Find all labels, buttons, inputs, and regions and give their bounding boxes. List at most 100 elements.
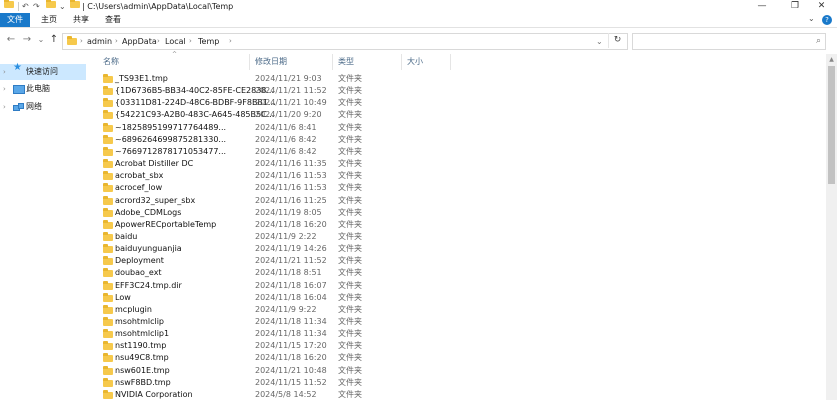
- folder-icon: [103, 86, 113, 96]
- file-type: 文件夹: [338, 317, 362, 326]
- file-name: acrobat_sbx: [115, 171, 164, 181]
- file-type: 文件夹: [338, 365, 362, 375]
- breadcrumb-chevron-icon[interactable]: ›: [189, 34, 192, 49]
- quick-access-toolbar-dropdown-icon[interactable]: ⌄: [59, 1, 66, 12]
- file-row[interactable]: msohtmlclip 2024/11/18 11:34 文件夹: [98, 316, 826, 328]
- file-date-modified: 2024/11/21 10:49: [255, 98, 327, 108]
- file-row[interactable]: doubao_ext 2024/11/18 8:51 文件夹: [98, 267, 826, 279]
- file-row[interactable]: EFF3C24.tmp.dir 2024/11/18 16:07 文件夹: [98, 280, 826, 292]
- folder-icon: [103, 134, 113, 144]
- file-type: 文件夹: [338, 280, 362, 290]
- file-name: {1D6736B5-BB34-40C2-85FE-CE2838...: [115, 86, 275, 96]
- file-type: 文件夹: [338, 341, 362, 351]
- file-row[interactable]: {54221C93-A2B0-483C-A645-485B5C... 2024/1…: [98, 109, 826, 121]
- file-type: 文件夹: [338, 329, 362, 339]
- file-row[interactable]: nswF8BD.tmp 2024/11/15 11:52 文件夹: [98, 377, 826, 389]
- tab-share[interactable]: 共享: [66, 13, 96, 27]
- file-row[interactable]: nsu49C8.tmp 2024/11/18 16:20 文件夹: [98, 352, 826, 364]
- redo-icon[interactable]: ↷: [33, 1, 40, 12]
- file-row[interactable]: baidu 2024/11/9 2:22 文件夹: [98, 231, 826, 243]
- search-input[interactable]: ⌕: [632, 33, 826, 50]
- address-dropdown-icon[interactable]: ⌄: [596, 34, 603, 49]
- file-date-modified: 2024/5/8 14:52: [255, 389, 317, 399]
- breadcrumb-temp[interactable]: Temp: [198, 34, 219, 49]
- file-name: nswF8BD.tmp: [115, 377, 171, 387]
- file-row[interactable]: _TS93E1.tmp 2024/11/21 9:03 文件夹: [98, 73, 826, 85]
- breadcrumb-local[interactable]: Local: [165, 34, 186, 49]
- navigation-pane: › ★ 快速访问 › 此电脑 › 网络: [0, 56, 86, 400]
- file-row[interactable]: mcplugin 2024/11/9 9:22 文件夹: [98, 304, 826, 316]
- file-row[interactable]: acrobat_sbx 2024/11/16 11:53 文件夹: [98, 170, 826, 182]
- expand-chevron-icon[interactable]: ›: [3, 81, 6, 97]
- file-row[interactable]: acrocef_low 2024/11/16 11:53 文件夹: [98, 182, 826, 194]
- folder-icon: [103, 292, 113, 302]
- refresh-button[interactable]: ↻: [608, 33, 626, 48]
- folder-icon: [103, 341, 113, 351]
- file-date-modified: 2024/11/16 11:25: [255, 195, 327, 205]
- expand-chevron-icon[interactable]: ›: [3, 99, 6, 115]
- help-icon[interactable]: ?: [822, 15, 832, 25]
- up-button[interactable]: ↑: [47, 33, 61, 47]
- nav-quick-access[interactable]: › ★ 快速访问: [0, 63, 86, 80]
- file-row[interactable]: nst1190.tmp 2024/11/15 17:20 文件夹: [98, 340, 826, 352]
- undo-icon[interactable]: ↶: [22, 1, 29, 12]
- file-name: {03311D81-224D-48C6-BDBF-9F8BB1...: [115, 98, 276, 108]
- vertical-scrollbar[interactable]: ▲: [826, 54, 837, 400]
- window-title: | C:\Users\admin\AppData\Local\Temp: [82, 2, 234, 11]
- file-row[interactable]: ~7669712878171053477... 2024/11/6 8:42 文件夹: [98, 146, 826, 158]
- file-type: 文件夹: [338, 74, 362, 83]
- file-type: 文件夹: [338, 377, 362, 387]
- column-header-date[interactable]: 修改日期: [250, 54, 333, 70]
- breadcrumb-chevron-icon[interactable]: ›: [115, 34, 118, 49]
- file-date-modified: 2024/11/9 2:22: [255, 231, 317, 241]
- file-row[interactable]: ApowerRECportableTemp 2024/11/18 16:20 文件夹: [98, 219, 826, 231]
- scrollbar-thumb[interactable]: [828, 66, 835, 184]
- column-header-name[interactable]: 名称: [98, 54, 250, 70]
- file-row[interactable]: Low 2024/11/18 16:04 文件夹: [98, 292, 826, 304]
- file-name: nst1190.tmp: [115, 341, 167, 351]
- file-type: 文件夹: [338, 86, 362, 96]
- folder-icon: [4, 0, 14, 8]
- file-row[interactable]: {1D6736B5-BB34-40C2-85FE-CE2838... 2024/1…: [98, 85, 826, 97]
- file-row[interactable]: acrord32_super_sbx 2024/11/16 11:25 文件夹: [98, 195, 826, 207]
- file-row[interactable]: baiduyunguanjia 2024/11/19 14:26 文件夹: [98, 243, 826, 255]
- file-type: 文件夹: [338, 219, 362, 229]
- file-row[interactable]: nsw601E.tmp 2024/11/21 10:48 文件夹: [98, 365, 826, 377]
- breadcrumb-admin[interactable]: admin: [87, 34, 112, 49]
- forward-button[interactable]: →: [20, 33, 34, 47]
- column-header-size[interactable]: 大小: [402, 54, 451, 70]
- file-date-modified: 2024/11/15 17:20: [255, 341, 327, 351]
- file-type: 文件夹: [338, 292, 362, 302]
- file-row[interactable]: Acrobat Distiller DC 2024/11/16 11:35 文件夹: [98, 158, 826, 170]
- nav-this-pc[interactable]: › 此电脑: [0, 81, 86, 97]
- close-button[interactable]: ✕: [806, 0, 837, 13]
- breadcrumb-chevron-icon[interactable]: ›: [229, 34, 232, 49]
- breadcrumb-chevron-icon[interactable]: ›: [80, 34, 83, 49]
- new-folder-icon[interactable]: [46, 0, 56, 8]
- file-type: 文件夹: [338, 195, 362, 205]
- expand-chevron-icon[interactable]: ›: [3, 64, 6, 80]
- file-row[interactable]: msohtmlclip1 2024/11/18 11:34 文件夹: [98, 328, 826, 340]
- scroll-up-icon[interactable]: ▲: [826, 54, 837, 65]
- breadcrumb-chevron-icon[interactable]: ›: [157, 34, 160, 49]
- file-row[interactable]: ~1825895199717764489... 2024/11/6 8:41 文件夹: [98, 122, 826, 134]
- nav-network[interactable]: › 网络: [0, 99, 86, 115]
- file-row[interactable]: ~6896264699875281330... 2024/11/6 8:42 文件夹: [98, 134, 826, 146]
- computer-icon: [13, 85, 25, 94]
- tab-view[interactable]: 查看: [98, 13, 128, 27]
- file-row[interactable]: Adobe_CDMLogs 2024/11/19 8:05 文件夹: [98, 207, 826, 219]
- file-row[interactable]: Deployment 2024/11/21 11:52 文件夹: [98, 255, 826, 267]
- navigation-bar: ← → ⌄ ↑ › admin › AppData › Local › Temp…: [0, 28, 837, 54]
- file-date-modified: 2024/11/18 16:20: [255, 219, 327, 229]
- back-button[interactable]: ←: [4, 33, 18, 47]
- recent-locations-button[interactable]: ⌄: [34, 33, 48, 47]
- folder-icon: [103, 353, 113, 363]
- tab-home[interactable]: 主页: [34, 13, 64, 27]
- breadcrumb-appdata[interactable]: AppData: [122, 34, 157, 49]
- tab-file[interactable]: 文件: [0, 13, 30, 27]
- file-row[interactable]: NVIDIA Corporation 2024/5/8 14:52 文件夹: [98, 389, 826, 401]
- address-bar[interactable]: › admin › AppData › Local › Temp › ⌄: [62, 33, 628, 50]
- expand-ribbon-icon[interactable]: ⌄: [808, 14, 815, 23]
- file-row[interactable]: {03311D81-224D-48C6-BDBF-9F8BB1... 2024/1…: [98, 97, 826, 109]
- column-header-type[interactable]: 类型: [333, 54, 402, 70]
